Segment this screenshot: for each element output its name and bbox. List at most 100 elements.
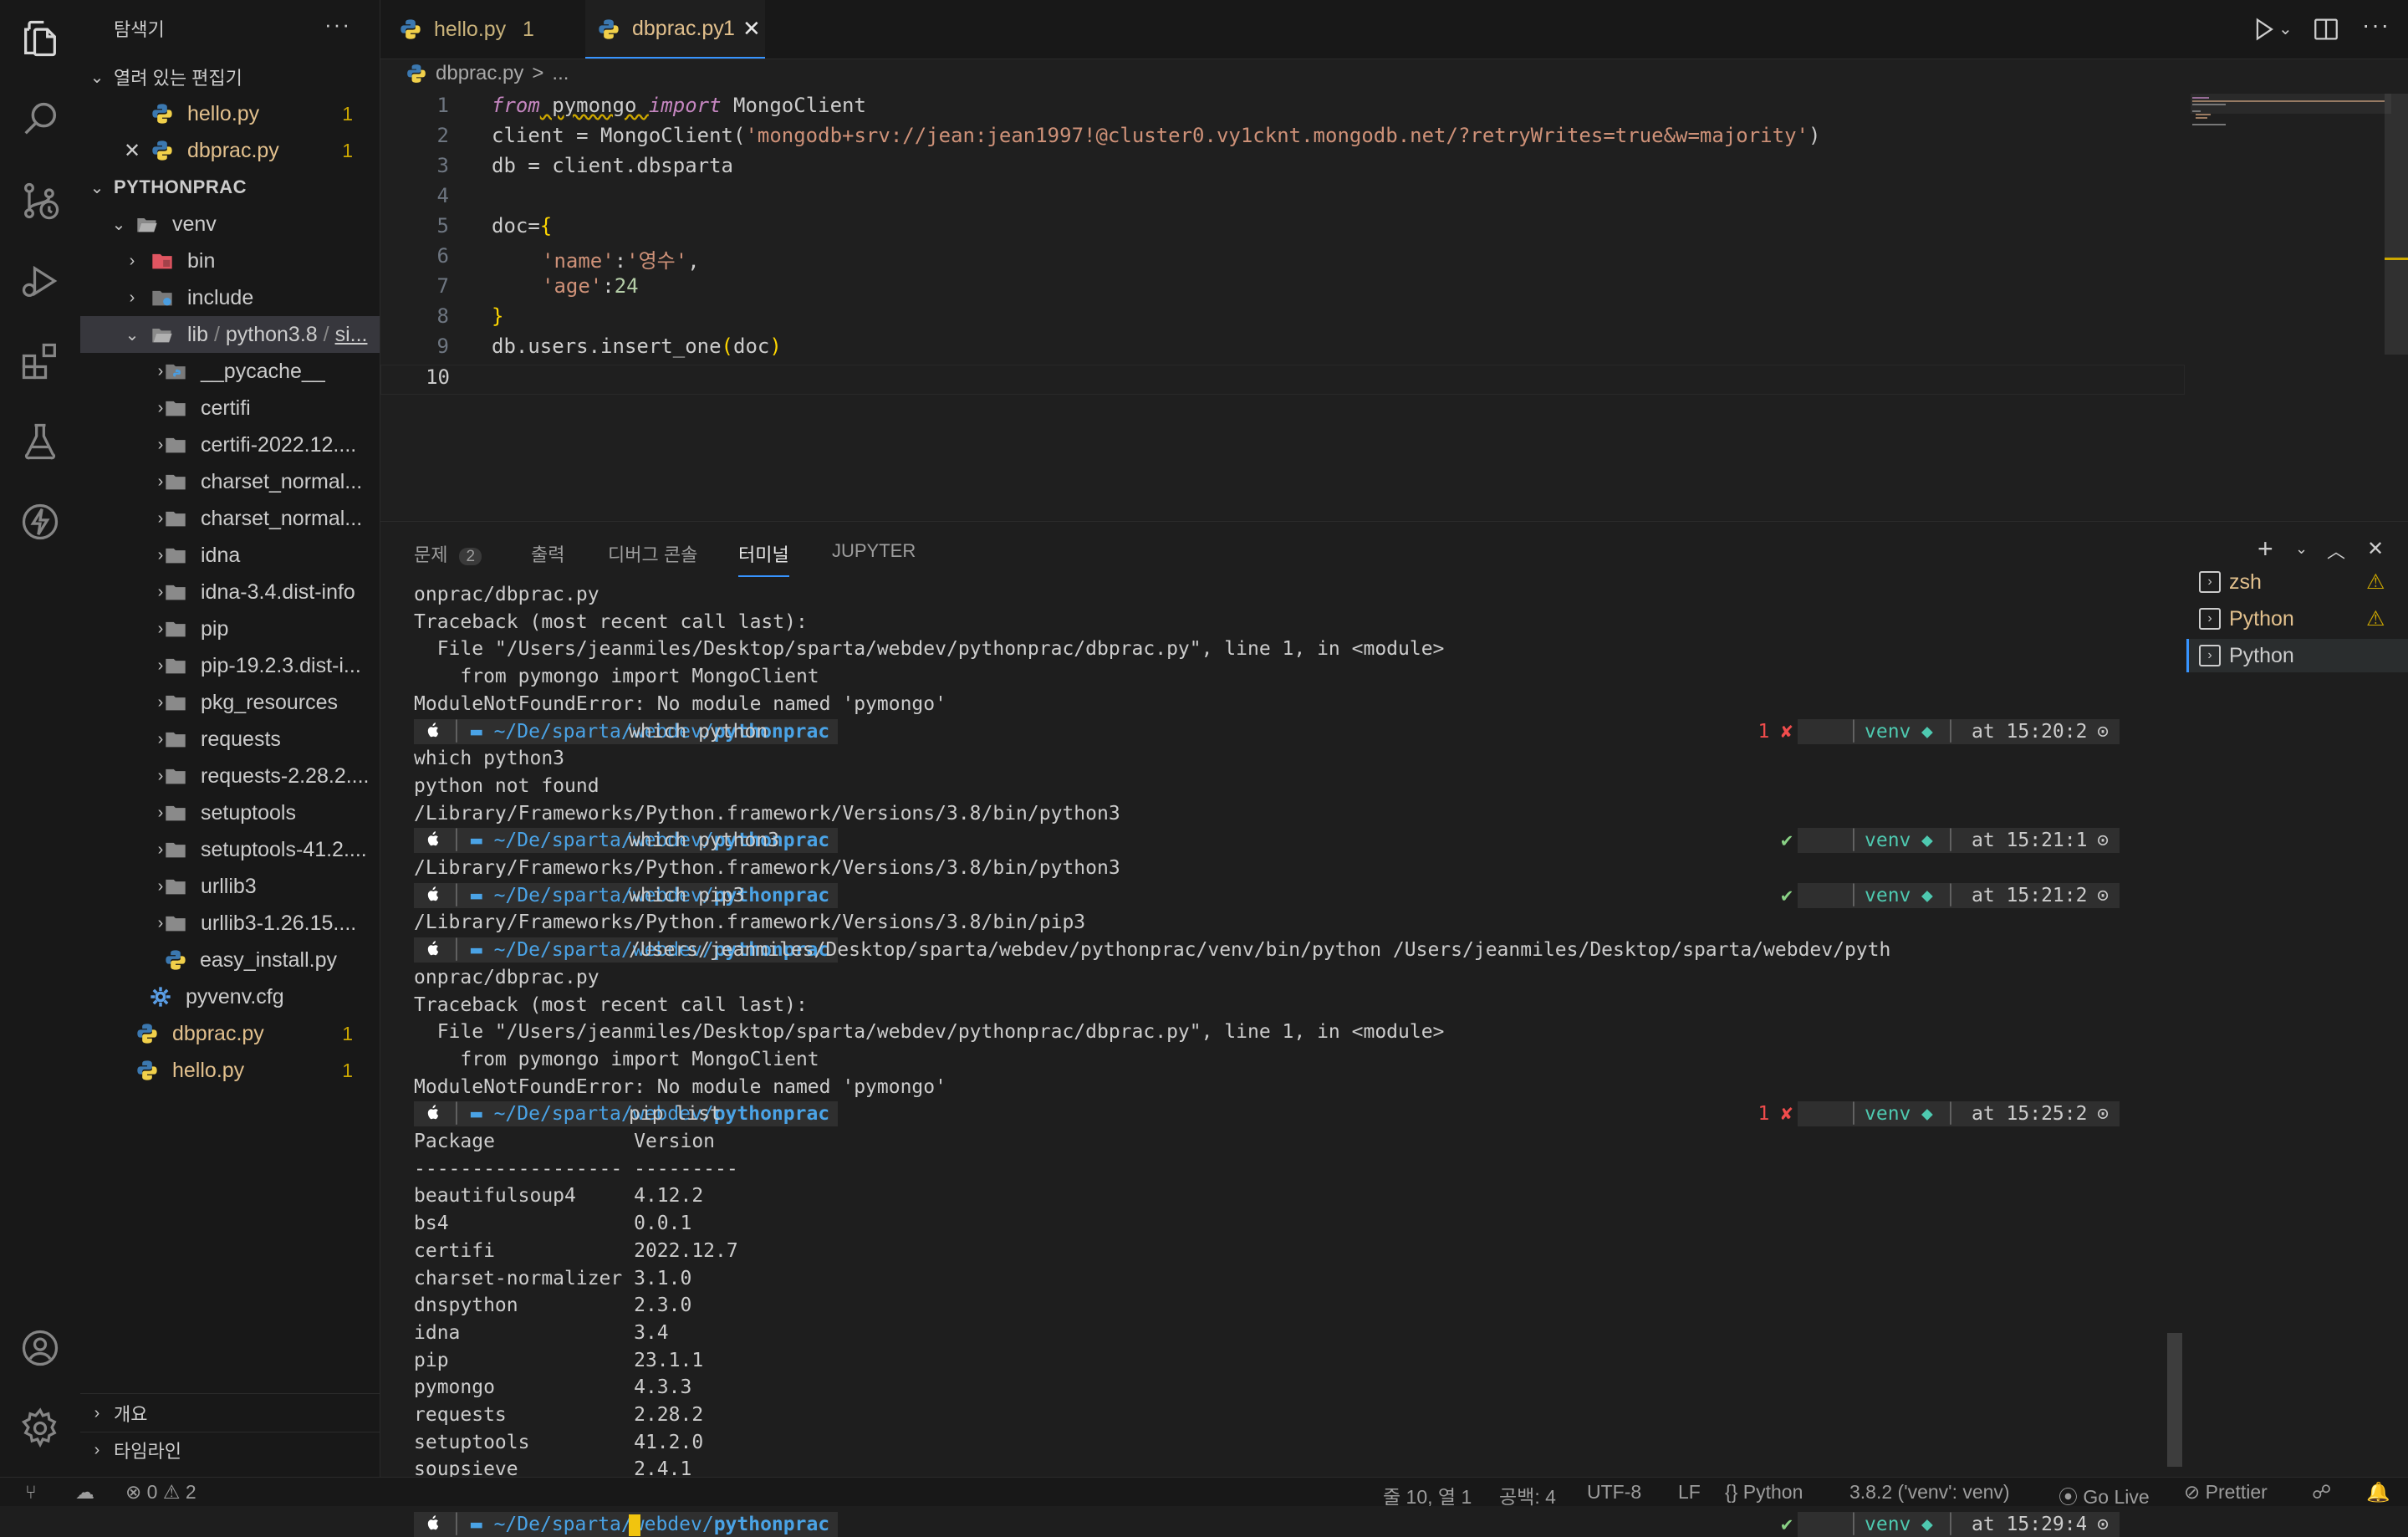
terminal-output[interactable]: onprac/dbprac.py Traceback (most recent c… xyxy=(380,582,2170,1537)
tab-output[interactable]: 출력 xyxy=(531,540,564,567)
notifications-bell-icon[interactable]: 🔔 xyxy=(2366,1481,2390,1504)
tab-jupyter[interactable]: JUPYTER xyxy=(832,540,916,562)
tree-file-dbprac[interactable]: dbprac.py 1 xyxy=(80,1015,380,1052)
tree-folder[interactable]: › __pycache__ xyxy=(80,353,380,390)
tree-folder[interactable]: › certifi xyxy=(80,390,380,426)
tree-label: certifi-2022.12.... xyxy=(201,432,357,457)
tree-folder[interactable]: › charset_normal... xyxy=(80,463,380,500)
keyword: import xyxy=(648,94,722,117)
tree-folder[interactable]: › pkg_resources xyxy=(80,684,380,721)
tab-dbprac[interactable]: dbprac.py 1 ✕ xyxy=(585,0,765,59)
tab-debug-console[interactable]: 디버그 콘솔 xyxy=(608,540,697,567)
path-prefix: ~/De/sparta/webdev/ xyxy=(493,1513,714,1535)
tree-folder[interactable]: › setuptools xyxy=(80,794,380,831)
tab-badge: 1 xyxy=(723,16,735,40)
tree-label: idna-3.4.dist-info xyxy=(201,580,355,604)
thunder-client-icon[interactable] xyxy=(17,498,64,545)
tree-folder[interactable]: › urllib3-1.26.15.... xyxy=(80,905,380,942)
sync-icon[interactable]: ☁ xyxy=(75,1481,94,1504)
timeline-section[interactable]: › 타임라인 xyxy=(80,1432,380,1468)
split-editor-icon[interactable] xyxy=(2312,15,2340,43)
open-editors-section[interactable]: ⌄ 열려 있는 편집기 xyxy=(80,59,380,95)
tree-folder-lib[interactable]: ⌄ lib / python3.8 / si... xyxy=(80,316,380,353)
timeline-label: 타임라인 xyxy=(114,1441,181,1462)
terminal-dropdown-icon[interactable]: ⌄ xyxy=(2295,540,2308,558)
maximize-panel-icon[interactable]: ︿ xyxy=(2327,537,2345,564)
code-text: : xyxy=(602,274,615,298)
code-editor[interactable]: 1 from pymongo import MongoClient 2 client… xyxy=(380,94,2186,520)
terminal-list-item-active[interactable]: › Python xyxy=(2186,639,2408,672)
extensions-icon[interactable] xyxy=(17,338,64,385)
prompt-status: ✔ │ venv ◆ │ xyxy=(1781,828,1965,854)
project-section[interactable]: ⌄ PYTHONPRAC xyxy=(80,169,380,206)
tree-folder-venv[interactable]: ⌄ venv xyxy=(80,206,380,243)
folder-icon: ▬ xyxy=(470,1103,482,1126)
open-editor-item[interactable]: ✕ dbprac.py 1 xyxy=(80,132,380,169)
breadcrumb-symbol[interactable]: ... xyxy=(552,62,569,85)
tree-folder[interactable]: › certifi-2022.12.... xyxy=(80,426,380,463)
tree-folder[interactable]: › charset_normal... xyxy=(80,500,380,537)
python-env-icon: ◆ xyxy=(1921,884,1933,906)
language-mode[interactable]: {} Python xyxy=(1725,1481,1803,1504)
minimap[interactable] xyxy=(2191,94,2408,520)
end-of-line[interactable]: LF xyxy=(1678,1481,1701,1504)
problems-status[interactable]: ⊗ 0 ⚠ 2 xyxy=(125,1481,196,1504)
testing-icon[interactable] xyxy=(17,418,64,465)
close-tab-icon[interactable]: ✕ xyxy=(742,16,761,42)
language-label: Python xyxy=(1742,1481,1803,1503)
tree-folder[interactable]: › requests xyxy=(80,721,380,758)
tree-folder[interactable]: › requests-2.28.2.... xyxy=(80,758,380,794)
tree-folder[interactable]: › pip-19.2.3.dist-i... xyxy=(80,647,380,684)
search-icon[interactable] xyxy=(17,95,64,142)
editor-scrollbar[interactable] xyxy=(2385,94,2408,355)
explorer-icon[interactable] xyxy=(17,15,64,62)
prettier-button[interactable]: ⊘ Prettier xyxy=(2184,1481,2268,1504)
tree-folder[interactable]: › setuptools-41.2.... xyxy=(80,831,380,868)
tree-label: charset_normal... xyxy=(201,506,363,530)
feedback-icon[interactable]: ☍ xyxy=(2312,1481,2331,1504)
prompt-status: 1 ✘ │ venv ◆ │ xyxy=(1758,718,1965,744)
remote-icon[interactable]: ⑂ xyxy=(25,1481,37,1504)
tree-file-pyvenv[interactable]: pyvenv.cfg xyxy=(80,978,380,1015)
clock-icon: ⊙ xyxy=(2086,1101,2120,1127)
prompt-time: at 15:21:23 xyxy=(1965,882,2099,908)
config-gear-icon xyxy=(150,987,171,1007)
tree-label: venv xyxy=(172,212,217,236)
encoding[interactable]: UTF-8 xyxy=(1587,1481,1641,1504)
account-icon[interactable] xyxy=(17,1325,64,1371)
folder-bin-icon xyxy=(152,253,172,269)
more-actions-icon[interactable]: ··· xyxy=(324,12,351,38)
tab-problems[interactable]: 문제 2 xyxy=(414,540,482,567)
tree-folder[interactable]: › pip xyxy=(80,610,380,647)
outline-section[interactable]: › 개요 xyxy=(80,1395,380,1432)
tree-file-hello[interactable]: hello.py 1 xyxy=(80,1052,380,1089)
close-icon[interactable]: ✕ xyxy=(124,139,140,163)
settings-gear-icon[interactable] xyxy=(17,1405,64,1452)
tree-folder[interactable]: › urllib3 xyxy=(80,868,380,905)
warning-count: 2 xyxy=(185,1481,196,1503)
tree-file-easy-install[interactable]: easy_install.py xyxy=(80,942,380,978)
editor-more-icon[interactable]: ··· xyxy=(2362,12,2390,38)
python-interpreter[interactable]: 3.8.2 ('venv': venv) xyxy=(1849,1481,2010,1504)
new-terminal-icon[interactable]: + xyxy=(2258,535,2273,562)
folder-icon xyxy=(166,768,186,784)
run-dropdown-icon[interactable]: ⌄ xyxy=(2278,18,2293,39)
open-editor-item[interactable]: hello.py 1 xyxy=(80,95,380,132)
tab-terminal[interactable]: 터미널 xyxy=(738,540,789,577)
shell-command: which python xyxy=(629,720,768,743)
run-file-icon[interactable] xyxy=(2249,15,2278,43)
run-debug-icon[interactable] xyxy=(17,258,64,304)
tree-folder-bin[interactable]: › bin xyxy=(80,243,380,279)
tab-label: 문제 xyxy=(414,544,448,565)
tree-folder[interactable]: › idna xyxy=(80,537,380,574)
tree-folder-include[interactable]: › include xyxy=(80,279,380,316)
tab-hello[interactable]: hello.py 1 xyxy=(380,0,573,59)
tree-label: charset_normal... xyxy=(201,469,363,493)
close-panel-icon[interactable]: ✕ xyxy=(2367,537,2384,561)
source-control-icon[interactable] xyxy=(17,177,64,224)
tree-folder[interactable]: › idna-3.4.dist-info xyxy=(80,574,380,610)
python-env-icon: ◆ xyxy=(1921,830,1933,852)
breadcrumb-file[interactable]: dbprac.py xyxy=(436,62,523,85)
keyword: from xyxy=(492,94,540,117)
brace: } xyxy=(492,304,504,328)
